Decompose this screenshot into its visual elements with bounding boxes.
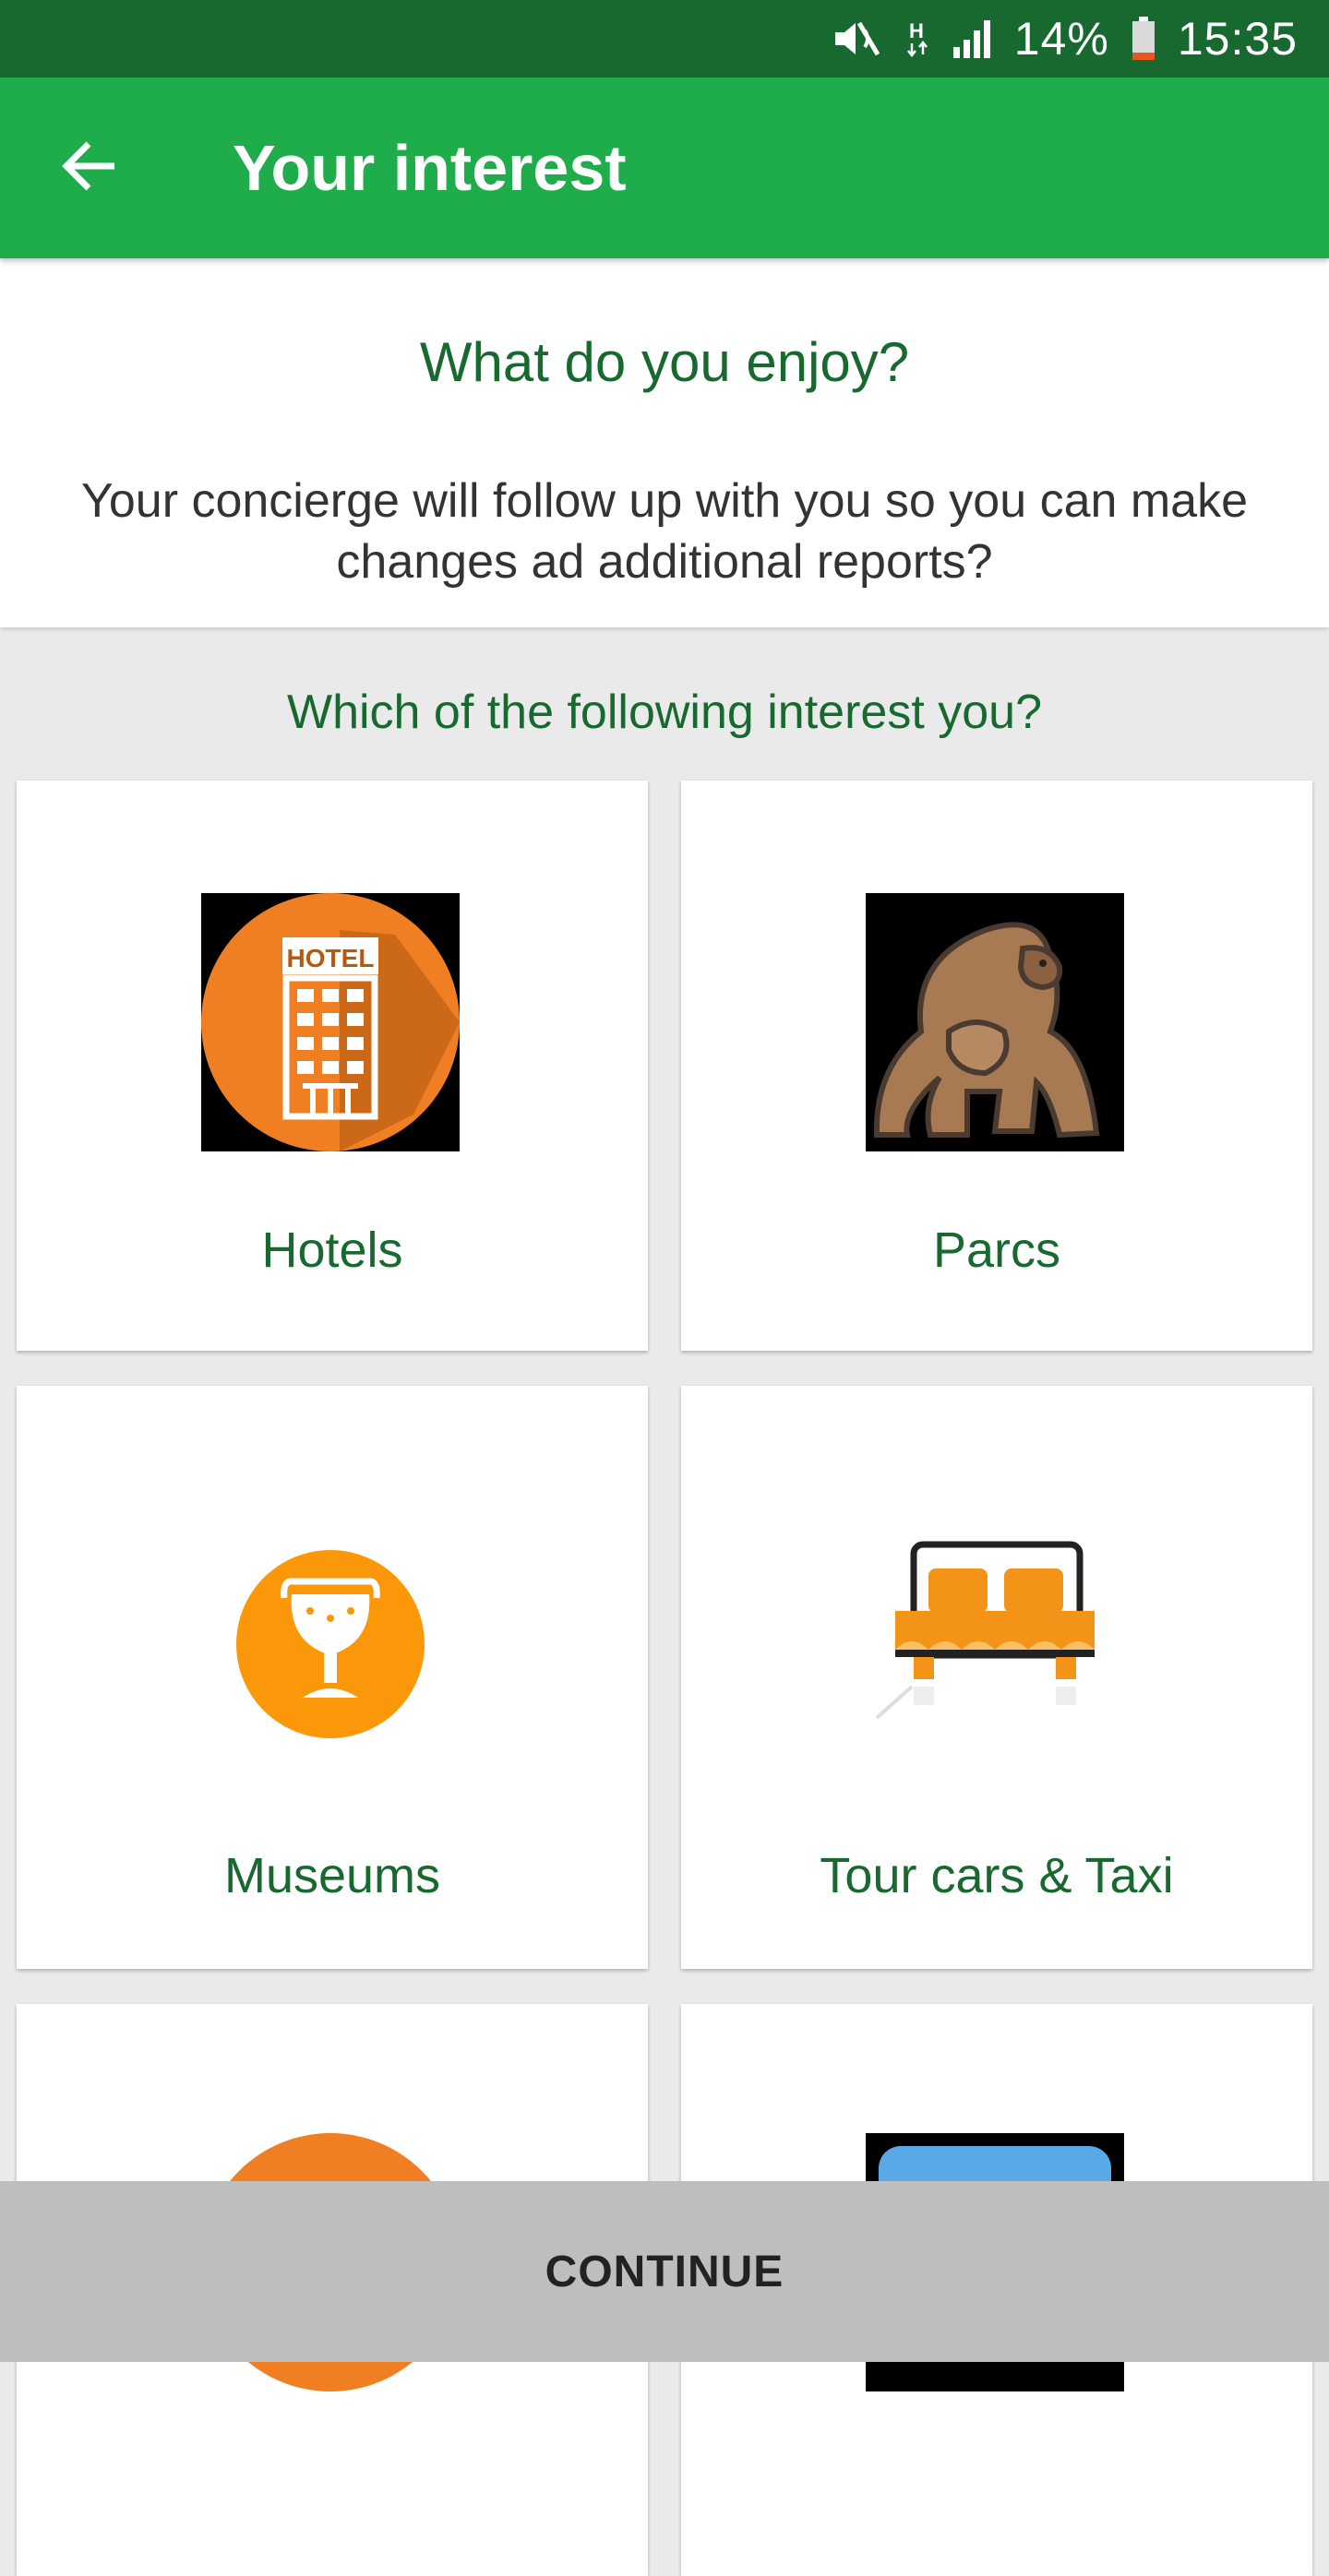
- mute-icon: [832, 16, 883, 62]
- interest-label: Parcs: [932, 1222, 1061, 1278]
- hotel-icon: HOTEL: [201, 893, 460, 1151]
- bed-icon: [866, 1515, 1124, 1773]
- intro-heading: What do you enjoy?: [419, 331, 910, 393]
- interest-tile-tour-cars-taxi[interactable]: Tour cars & Taxi: [681, 1386, 1312, 1969]
- back-button[interactable]: [35, 113, 146, 223]
- trophy-icon: [201, 1515, 460, 1773]
- network-h-icon: H: [904, 16, 931, 62]
- interest-tile-museums[interactable]: Museums: [17, 1386, 648, 1969]
- svg-text:H: H: [909, 19, 924, 42]
- gorilla-icon: [866, 893, 1124, 1151]
- interest-tile-hotels[interactable]: HOTEL Hotels: [17, 781, 648, 1351]
- status-bar: H 14% 15:35: [0, 0, 1329, 78]
- intro-card: What do you enjoy? Your concierge will f…: [0, 258, 1329, 627]
- clock-time: 15:35: [1177, 13, 1298, 65]
- signal-icon: [952, 18, 994, 60]
- question-text: Which of the following interest you?: [287, 686, 1042, 739]
- continue-button[interactable]: CONTINUE: [0, 2181, 1329, 2362]
- app-bar: Your interest: [0, 78, 1329, 258]
- intro-description: Your concierge will follow up with you s…: [80, 474, 1249, 589]
- battery-icon: [1130, 16, 1157, 62]
- interest-label: Hotels: [261, 1222, 403, 1278]
- interest-label: Museums: [223, 1848, 441, 1903]
- page-title: Your interest: [233, 132, 627, 204]
- battery-percent: 14%: [1013, 13, 1109, 65]
- svg-text:HOTEL: HOTEL: [287, 944, 375, 972]
- interest-tile-parcs[interactable]: Parcs: [681, 781, 1312, 1351]
- arrow-back-icon: [61, 137, 120, 200]
- interest-label: Tour cars & Taxi: [820, 1848, 1174, 1903]
